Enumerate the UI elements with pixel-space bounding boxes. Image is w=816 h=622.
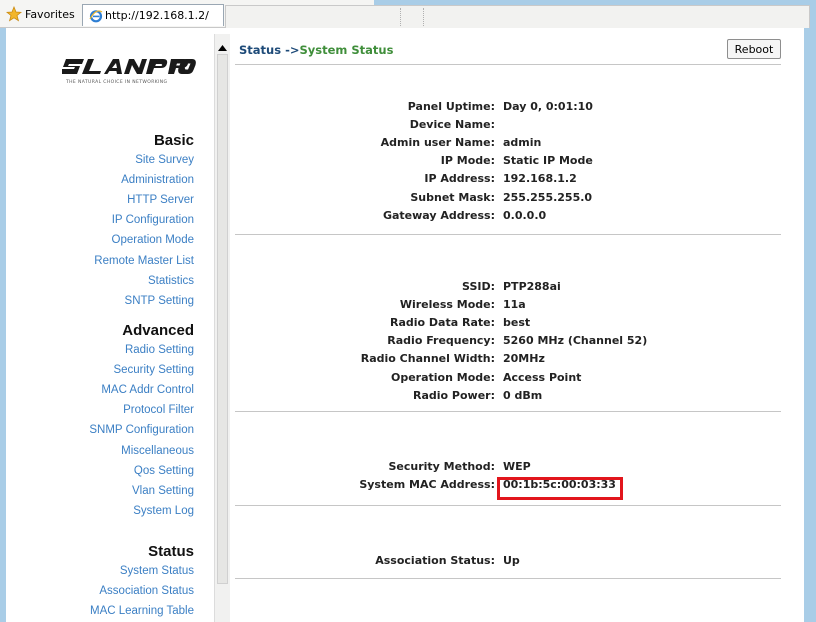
status-value: admin — [503, 136, 542, 150]
favorites-star-icon — [6, 6, 22, 22]
breadcrumb-current: System Status — [299, 43, 394, 57]
favorites-label: Favorites — [25, 7, 75, 21]
status-value: 255.255.255.0 — [503, 190, 593, 204]
status-label: Admin user Name: — [380, 136, 495, 150]
nav-link-system-log[interactable]: System Log — [133, 505, 194, 517]
nav-link-security-setting[interactable]: Security Setting — [113, 364, 194, 376]
nav-link-remote-master-list[interactable]: Remote Master List — [94, 255, 194, 267]
nav-link-site-survey[interactable]: Site Survey — [135, 154, 194, 166]
divider — [235, 64, 781, 65]
status-row: Panel Uptime: Day 0, 0:01:10 — [231, 100, 791, 116]
breadcrumb-parent[interactable]: Status -> — [239, 43, 299, 57]
status-row: Association Status: Up — [231, 554, 791, 570]
status-label: Device Name: — [409, 118, 495, 132]
status-row: Radio Frequency: 5260 MHz (Channel 52) — [231, 334, 791, 350]
nav-link-sntp-setting[interactable]: SNTP Setting — [125, 295, 194, 307]
lanpro-logo: THE NATURAL CHOICE IN NETWORKING — [62, 59, 196, 85]
browser-tab[interactable]: http://192.168.1.2/ — [82, 4, 224, 26]
status-label: SSID: — [462, 280, 495, 293]
breadcrumb: Status ->System Status — [239, 43, 393, 57]
scroll-thumb[interactable] — [217, 54, 228, 584]
status-row: Wireless Mode: 11a — [231, 298, 791, 314]
browser-toolbar: Favorites http://192.168.1.2/ — [0, 0, 816, 28]
nav-link-radio-setting[interactable]: Radio Setting — [125, 344, 194, 356]
status-value: 11a — [503, 298, 526, 312]
status-value: 5260 MHz (Channel 52) — [503, 334, 648, 348]
nav-link-system-status[interactable]: System Status — [120, 565, 194, 577]
status-label: Radio Channel Width: — [360, 352, 495, 366]
nav-scrollbar[interactable] — [214, 34, 230, 622]
status-value: PTP288ai — [503, 280, 561, 293]
nav-link-protocol-filter[interactable]: Protocol Filter — [123, 404, 194, 416]
status-value: 0 dBm — [503, 388, 543, 402]
nav-link-vlan-setting[interactable]: Vlan Setting — [132, 485, 194, 497]
nav-link-mac-learning-table[interactable]: MAC Learning Table — [90, 605, 194, 617]
nav-link-qos-setting[interactable]: Qos Setting — [134, 465, 194, 477]
status-value: WEP — [503, 460, 531, 473]
status-label: Radio Power: — [413, 388, 495, 402]
nav-section-heading: Basic — [153, 132, 194, 149]
navigation-frame: THE NATURAL CHOICE IN NETWORKING Basic Si… — [6, 34, 214, 622]
status-label: Panel Uptime: — [407, 100, 495, 113]
nav-link-statistics[interactable]: Statistics — [148, 275, 194, 287]
status-label: Radio Data Rate: — [390, 316, 495, 330]
status-label: Radio Frequency: — [387, 334, 495, 348]
status-row: System MAC Address: 00:1b:5c:00:03:33 — [231, 478, 791, 494]
status-value: 0.0.0.0 — [503, 208, 547, 222]
nav-link-mac-addr-control[interactable]: MAC Addr Control — [101, 384, 194, 396]
status-row: Radio Power: 0 dBm — [231, 389, 791, 405]
svg-text:THE NATURAL CHOICE IN NETWORKI: THE NATURAL CHOICE IN NETWORKING — [65, 79, 168, 85]
status-row: Admin user Name: admin — [231, 136, 791, 152]
status-row: Device Name: — [231, 118, 791, 134]
reboot-button[interactable]: Reboot — [727, 39, 781, 59]
nav-section-heading: Advanced — [122, 322, 194, 339]
status-row: Radio Channel Width: 20MHz — [231, 352, 791, 368]
status-label: IP Address: — [424, 172, 495, 186]
status-label: IP Mode: — [440, 154, 495, 168]
status-row: Security Method: WEP — [231, 460, 791, 476]
status-value: Up — [503, 554, 520, 567]
status-value: 192.168.1.2 — [503, 172, 577, 186]
status-row: Radio Data Rate: best — [231, 316, 791, 332]
window-frame-right — [804, 28, 816, 622]
nav-link-administration[interactable]: Administration — [121, 174, 194, 186]
nav-section-heading: Status — [148, 543, 194, 560]
status-row: IP Mode: Static IP Mode — [231, 154, 791, 170]
nav-link-operation-mode[interactable]: Operation Mode — [112, 234, 194, 246]
status-value: Day 0, 0:01:10 — [503, 100, 593, 113]
favorites-button[interactable]: Favorites — [6, 6, 75, 22]
status-value: 20MHz — [503, 352, 545, 366]
status-row: Subnet Mask: 255.255.255.0 — [231, 191, 791, 207]
status-value: best — [503, 316, 531, 330]
status-label: Wireless Mode: — [399, 298, 495, 312]
divider — [235, 234, 781, 235]
divider — [235, 578, 781, 579]
nav-link-http-server[interactable]: HTTP Server — [127, 194, 194, 206]
nav-link-snmp-configuration[interactable]: SNMP Configuration — [89, 424, 194, 436]
status-label: Operation Mode: — [390, 370, 495, 384]
toolbar-empty-area — [225, 5, 810, 28]
nav-link-ip-configuration[interactable]: IP Configuration — [112, 214, 194, 226]
tab-title: http://192.168.1.2/ — [105, 9, 209, 22]
main-frame: Status ->System Status Reboot Panel Upti… — [231, 34, 804, 622]
toolbar-grip[interactable] — [400, 8, 424, 26]
status-label: Gateway Address: — [382, 208, 495, 222]
status-value: Access Point — [503, 370, 582, 384]
status-row: Gateway Address: 0.0.0.0 — [231, 209, 791, 225]
status-row: SSID: PTP288ai — [231, 280, 791, 296]
status-row: IP Address: 192.168.1.2 — [231, 172, 791, 188]
nav-link-miscellaneous[interactable]: Miscellaneous — [121, 445, 194, 457]
ie-icon — [89, 9, 103, 22]
scroll-up-arrow-icon[interactable] — [215, 40, 230, 55]
divider — [235, 411, 781, 412]
status-label: Security Method: — [388, 460, 495, 473]
status-label: Association Status: — [375, 554, 495, 567]
nav-link-association-status[interactable]: Association Status — [99, 585, 194, 597]
status-row: Operation Mode: Access Point — [231, 371, 791, 387]
status-value: 00:1b:5c:00:03:33 — [503, 478, 616, 492]
status-label: Subnet Mask: — [410, 190, 495, 204]
divider — [235, 505, 781, 506]
status-value: Static IP Mode — [503, 154, 593, 168]
status-label: System MAC Address: — [359, 478, 495, 492]
